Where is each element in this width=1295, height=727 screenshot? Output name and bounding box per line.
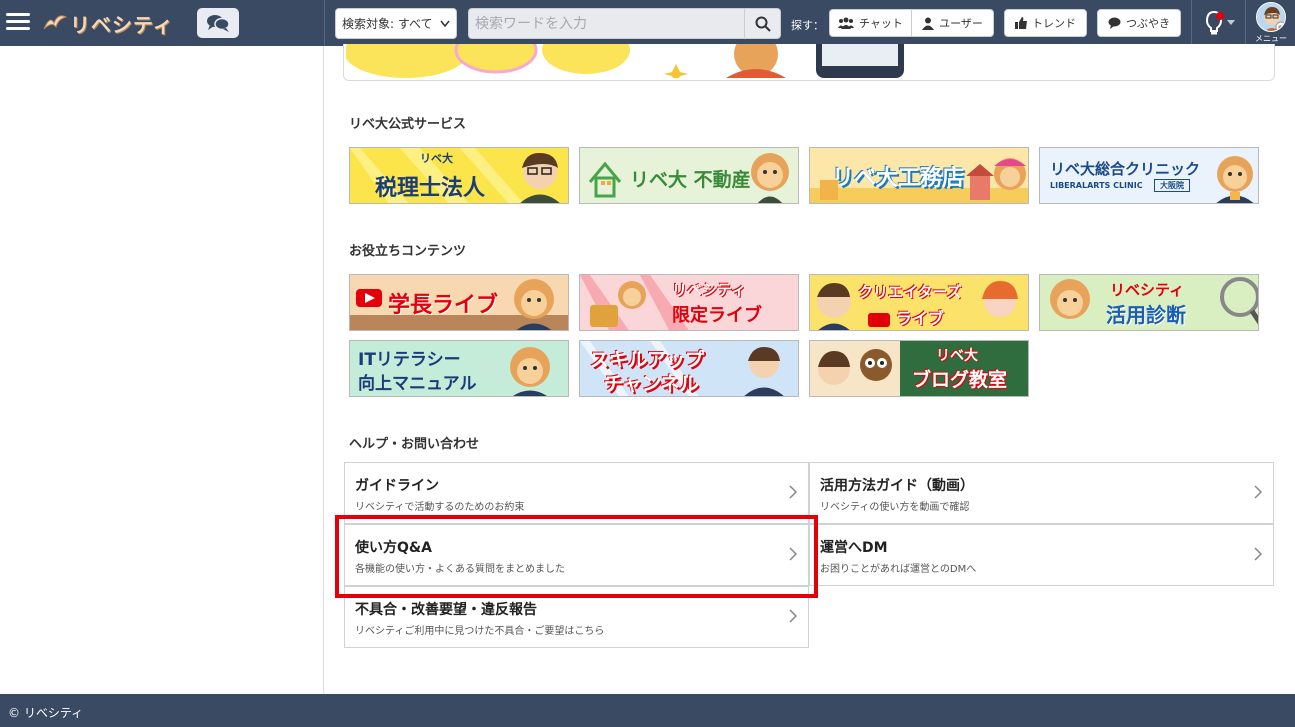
tsubuyaki-button[interactable]: つぶやき xyxy=(1097,9,1181,37)
main-content: リベ大公式サービス リベ大 税理士法人 リベ大 不動産 リベ大工務店 リベ大総合… xyxy=(325,44,1295,694)
useful-contents-heading: お役立ちコンテンツ xyxy=(349,244,467,259)
official-services-heading: リベ大公式サービス xyxy=(349,117,467,132)
trend-label: トレンド xyxy=(1032,17,1076,30)
banner-tax-office[interactable]: リベ大 税理士法人 xyxy=(349,147,569,204)
help-bug-desc: リベシティご利用中に見つけた不具合・ご要望はこちら xyxy=(355,626,605,637)
trend-button[interactable]: トレンド xyxy=(1004,9,1087,37)
banner-diagnosis[interactable]: リベシティ 活用診断 xyxy=(1039,274,1259,331)
banner-gakucho-live[interactable]: 学長ライブ xyxy=(349,274,569,331)
banner-limited-sub: 限定ライブ xyxy=(672,305,762,326)
banner-skillup-sub: チャンネル xyxy=(604,373,699,395)
banner-diagnosis-main: リベシティ xyxy=(1110,281,1185,299)
banner-construction-main: リベ大工務店 xyxy=(832,166,965,191)
banner-clinic[interactable]: リベ大総合クリニック LIBERALARTS CLINIC 大阪院 xyxy=(1039,147,1259,204)
chevron-right-icon xyxy=(1254,485,1263,499)
help-dm-title: 運営へDM xyxy=(820,540,888,556)
user-icon xyxy=(922,17,935,30)
find-chat-button[interactable]: チャット xyxy=(829,9,912,37)
hamburger-menu-icon[interactable] xyxy=(6,10,30,34)
search-input[interactable] xyxy=(468,8,745,39)
banner-blog-main: リベ大 xyxy=(936,348,978,364)
banner-construction[interactable]: リベ大工務店 xyxy=(809,147,1029,204)
banner-clinic-tag: 大阪院 xyxy=(1154,179,1190,192)
chevron-right-icon xyxy=(789,485,798,499)
topbar-divider xyxy=(1245,0,1246,46)
help-bug-title: 不具合・改善要望・違反報告 xyxy=(355,602,537,618)
help-qa-desc: 各機能の使い方・よくある質問をまとめました xyxy=(355,564,565,575)
banner-limited-live[interactable]: リベシティ 限定ライブ xyxy=(579,274,799,331)
banner-gakucho-main: 学長ライブ xyxy=(388,293,499,318)
chevron-right-icon xyxy=(789,609,798,623)
logo-text: リベシティ xyxy=(70,12,174,37)
chat-bubbles-button[interactable] xyxy=(197,8,239,38)
menu-button[interactable]: メニュー xyxy=(1249,2,1293,46)
help-qa[interactable]: 使い方Q&A 各機能の使い方・よくある質問をまとめました xyxy=(344,524,809,586)
help-dm[interactable]: 運営へDM お困りことがあれば運営とのDMへ xyxy=(809,524,1274,586)
chat-bubbles-icon xyxy=(207,15,230,32)
chevron-down-icon xyxy=(440,20,450,28)
banner-real-estate[interactable]: リベ大 不動産 xyxy=(579,147,799,204)
lightbulb-icon xyxy=(1205,10,1235,35)
banner-creators-main: クリエイターズ xyxy=(858,283,962,301)
search-icon xyxy=(755,16,771,32)
logo-leaf-icon xyxy=(43,15,68,30)
banner-tax-main: 税理士法人 xyxy=(375,176,486,201)
banner-creators-live[interactable]: クリエイターズ ライブ xyxy=(809,274,1029,331)
topbar-divider xyxy=(324,0,325,46)
chevron-right-icon xyxy=(1254,547,1263,561)
banner-skillup-main: スキルアップ xyxy=(590,349,705,371)
topbar-divider xyxy=(1191,0,1192,46)
find-chat-label: チャット xyxy=(859,17,903,30)
help-video-guide[interactable]: 活用方法ガイド（動画） リベシティの使い方を動画で確認 xyxy=(809,462,1274,524)
banner-it-main: ITリテラシー xyxy=(358,350,461,370)
banner-tax-sub: リベ大 xyxy=(420,152,453,165)
banner-diagnosis-sub: 活用診断 xyxy=(1106,303,1186,327)
help-video-desc: リベシティの使い方を動画で確認 xyxy=(820,502,970,513)
search-button[interactable] xyxy=(744,8,781,39)
banner-blog-sub: ブログ教室 xyxy=(912,369,1008,391)
banner-clinic-sub: LIBERALARTS CLINIC xyxy=(1050,181,1143,190)
footer: © リベシティ xyxy=(0,694,1295,727)
help-guideline[interactable]: ガイドライン リベシティで活動するのためのお約束 xyxy=(344,462,809,524)
banner-it-literacy[interactable]: ITリテラシー 向上マニュアル xyxy=(349,340,569,397)
help-heading: ヘルプ・お問い合わせ xyxy=(349,437,480,452)
banner-real-estate-main: リベ大 不動産 xyxy=(630,169,751,191)
site-logo[interactable]: リベシティ xyxy=(40,7,174,39)
group-icon xyxy=(838,17,855,29)
chevron-right-icon xyxy=(789,547,798,561)
help-qa-title: 使い方Q&A xyxy=(355,540,432,556)
find-user-button[interactable]: ユーザー xyxy=(911,9,994,37)
banner-clinic-main: リベ大総合クリニック xyxy=(1050,160,1201,178)
search-category-label: 探す： xyxy=(791,19,824,32)
help-video-title: 活用方法ガイド（動画） xyxy=(820,478,974,494)
menu-label: メニュー xyxy=(1255,34,1287,43)
thumbs-up-icon xyxy=(1015,17,1027,29)
top-promo-card xyxy=(343,44,1275,81)
banner-it-sub: 向上マニュアル xyxy=(358,374,477,394)
left-sidebar xyxy=(0,46,324,694)
help-dm-desc: お困りことがあれば運営とのDMへ xyxy=(820,564,977,575)
tsubuyaki-label: つぶやき xyxy=(1126,17,1170,30)
top-promo-banner[interactable] xyxy=(346,44,904,78)
banner-blog-class[interactable]: リベ大 ブログ教室 xyxy=(809,340,1029,397)
help-bug-report[interactable]: 不具合・改善要望・違反報告 リベシティご利用中に見つけた不具合・ご要望はこちら xyxy=(344,586,809,648)
footer-copyright: © リベシティ xyxy=(8,706,84,720)
top-bar: リベシティ 検索対象: すべて 探す： チャット ユーザー トレンド つぶやき xyxy=(0,0,1295,46)
notifications-button[interactable] xyxy=(1201,9,1237,37)
avatar xyxy=(1256,2,1286,32)
banner-creators-sub: ライブ xyxy=(896,309,945,328)
find-user-label: ユーザー xyxy=(939,17,983,30)
help-guideline-title: ガイドライン xyxy=(355,478,439,494)
speech-bubble-icon xyxy=(1108,17,1121,29)
banner-skillup[interactable]: スキルアップ チャンネル xyxy=(579,340,799,397)
help-guideline-desc: リベシティで活動するのためのお約束 xyxy=(355,502,525,513)
search-scope-select[interactable]: 検索対象: すべて xyxy=(335,8,457,39)
banner-limited-main: リベシティ xyxy=(672,281,747,299)
search-scope-value: 検索対象: すべて xyxy=(342,17,433,31)
